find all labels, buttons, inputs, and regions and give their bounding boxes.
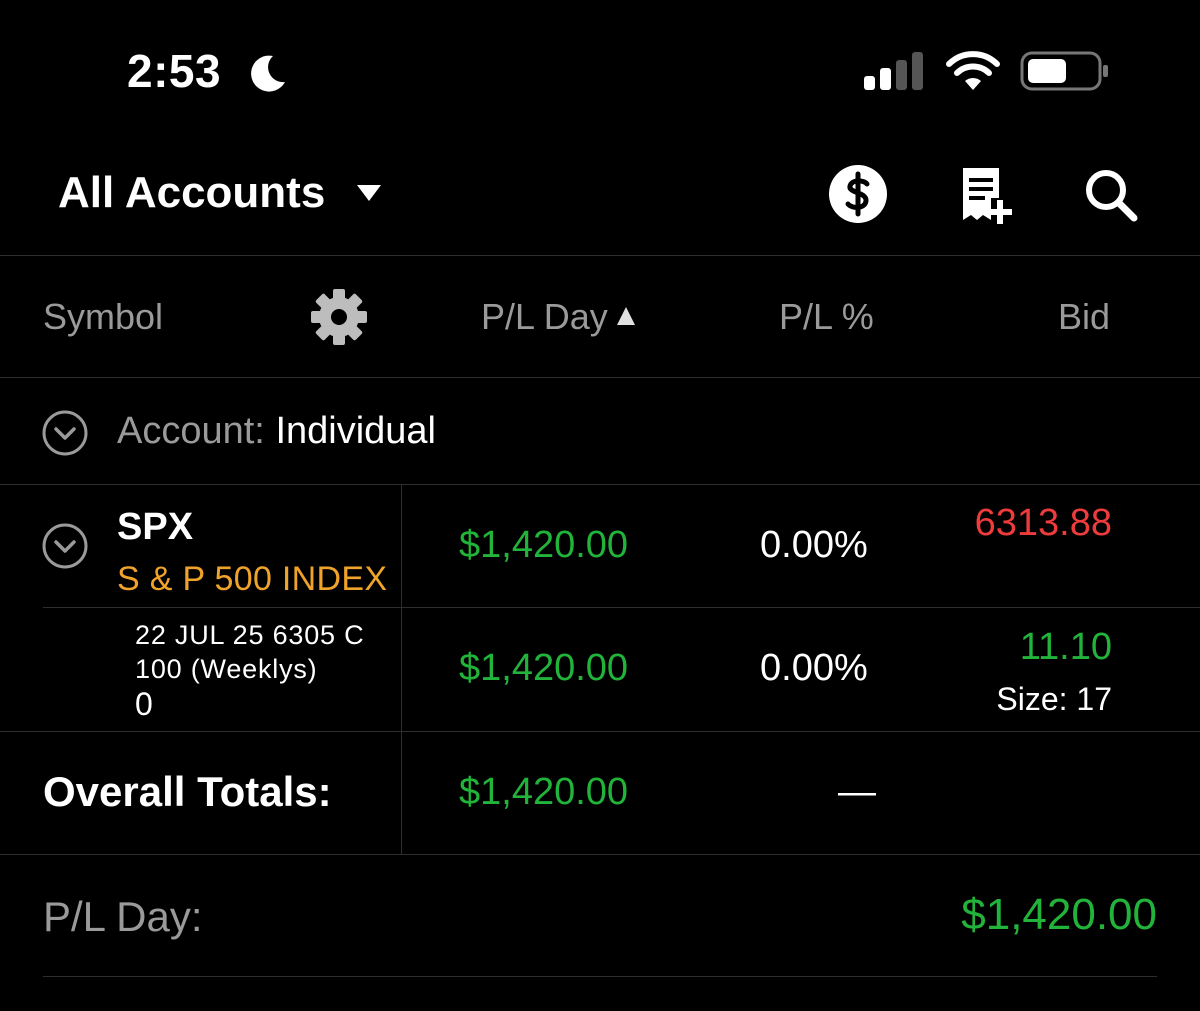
chevron-down-icon[interactable] — [42, 523, 88, 569]
column-divider — [401, 484, 402, 854]
account-group-label[interactable]: Account: Individual — [117, 410, 436, 453]
divider — [0, 731, 1200, 732]
dollar-icon[interactable] — [828, 164, 888, 224]
status-time: 2:53 — [127, 45, 222, 97]
divider — [0, 377, 1200, 378]
position-pl-pct: 0.00% — [760, 524, 868, 566]
overall-totals-label: Overall Totals: — [43, 768, 332, 815]
option-pl-day: $1,420.00 — [459, 647, 629, 689]
gear-icon[interactable] — [308, 286, 370, 348]
column-header-pl-pct[interactable]: P/L % — [779, 296, 874, 338]
cellular-signal-icon — [864, 52, 923, 90]
sort-ascending-icon — [617, 307, 635, 325]
option-description-line1[interactable]: 22 JUL 25 6305 C — [135, 620, 364, 651]
column-header-bid[interactable]: Bid — [1058, 296, 1110, 338]
option-description-line2: 100 (Weeklys) — [135, 654, 318, 684]
option-bid: 11.10 — [1019, 626, 1112, 668]
divider — [43, 607, 1200, 608]
position-pl-day: $1,420.00 — [459, 524, 629, 566]
wifi-icon — [946, 51, 1000, 90]
column-header-pl-day[interactable]: P/L Day — [481, 296, 608, 338]
divider — [0, 255, 1200, 256]
new-order-icon[interactable] — [955, 162, 1019, 226]
option-description-line3: 0 — [135, 686, 154, 722]
totals-pl-pct: — — [838, 771, 876, 813]
account-selector[interactable]: All Accounts — [58, 168, 325, 218]
option-bid-size: Size: 17 — [996, 681, 1112, 717]
position-symbol[interactable]: SPX — [117, 506, 193, 549]
summary-pl-day-label: P/L Day: — [43, 893, 203, 940]
column-header-symbol[interactable]: Symbol — [43, 296, 163, 338]
moon-icon — [251, 55, 285, 92]
totals-pl-day: $1,420.00 — [459, 771, 629, 813]
position-description: S & P 500 INDEX — [117, 560, 388, 598]
chevron-down-icon[interactable] — [42, 410, 88, 456]
position-bid: 6313.88 — [974, 502, 1112, 544]
battery-icon — [1020, 51, 1108, 91]
divider — [0, 854, 1200, 855]
caret-down-icon[interactable] — [356, 183, 382, 203]
summary-pl-day-value: $1,420.00 — [961, 890, 1157, 939]
option-pl-pct: 0.00% — [760, 647, 868, 689]
account-label: Account: — [117, 410, 265, 452]
search-icon[interactable] — [1082, 166, 1140, 224]
divider — [43, 976, 1157, 977]
account-name: Individual — [275, 410, 436, 452]
divider — [0, 484, 1200, 485]
